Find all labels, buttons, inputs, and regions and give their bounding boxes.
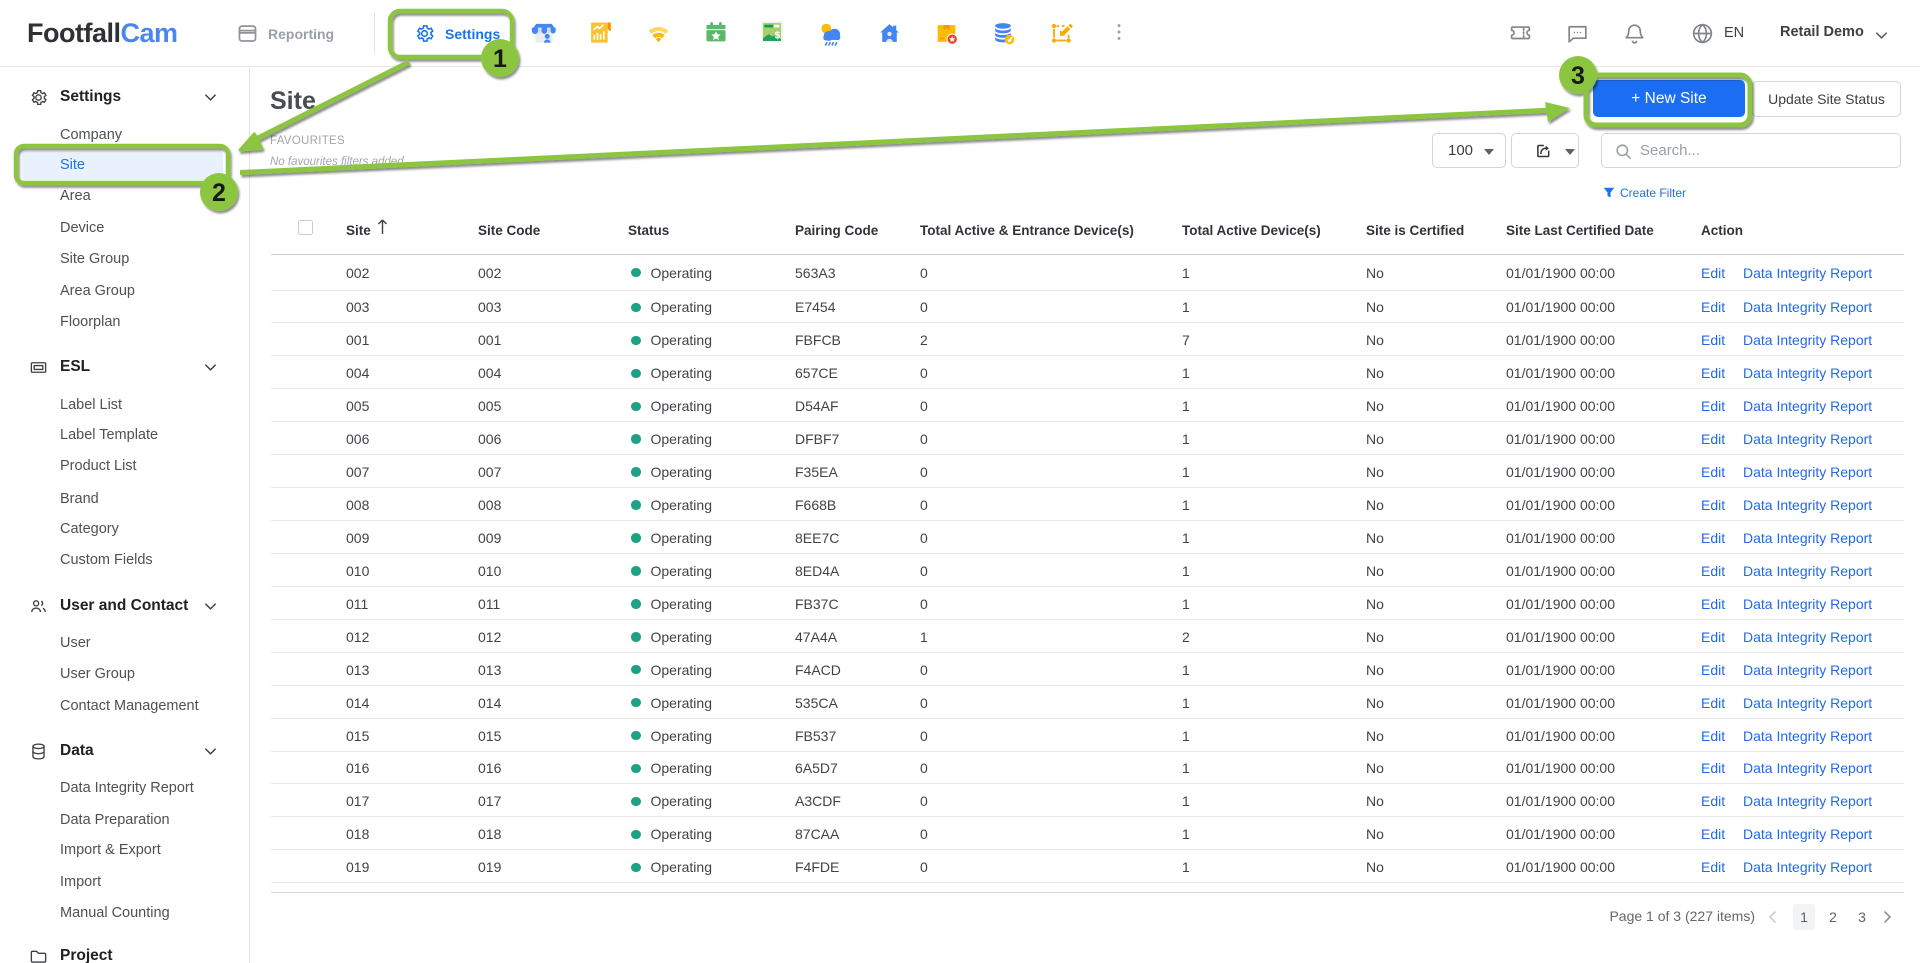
svg-text:$: $ bbox=[775, 31, 781, 42]
